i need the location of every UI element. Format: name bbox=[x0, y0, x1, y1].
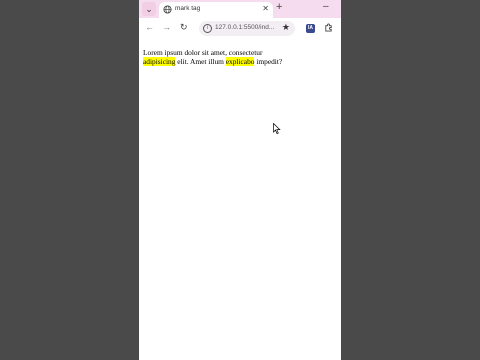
star-icon[interactable]: ★ bbox=[282, 22, 290, 33]
highlighted-text: explicabo bbox=[225, 57, 255, 66]
page-viewport: Lorem ipsum dolor sit amet, consectetur … bbox=[139, 40, 341, 360]
paragraph-text: Lorem ipsum dolor sit amet, consectetur bbox=[143, 48, 263, 57]
paragraph-text: elit. Amet illum bbox=[175, 57, 226, 66]
arrow-left-icon[interactable]: ← bbox=[145, 22, 154, 32]
browser-toolbar: ← → ↻ i 127.0.0.1:5500/ind... ★ IA bbox=[139, 18, 341, 40]
tab-list-button[interactable]: ⌄ bbox=[142, 2, 156, 16]
tab-strip: ⌄ mark tag ✕ + – bbox=[139, 0, 341, 18]
mouse-cursor-icon bbox=[273, 123, 281, 134]
address-bar[interactable]: i 127.0.0.1:5500/ind... ★ bbox=[199, 21, 295, 36]
minimize-icon[interactable]: – bbox=[323, 1, 329, 12]
globe-icon bbox=[163, 5, 172, 14]
info-icon[interactable]: i bbox=[203, 24, 212, 33]
url-text[interactable]: 127.0.0.1:5500/ind... bbox=[215, 24, 274, 31]
arrow-right-icon[interactable]: → bbox=[162, 22, 171, 32]
close-icon[interactable]: ✕ bbox=[262, 4, 269, 13]
tab-mark-tag[interactable]: mark tag ✕ bbox=[159, 2, 273, 18]
puzzle-icon[interactable] bbox=[324, 23, 333, 32]
plus-icon[interactable]: + bbox=[276, 1, 282, 13]
paragraph: Lorem ipsum dolor sit amet, consectetur … bbox=[143, 48, 337, 66]
reload-icon[interactable]: ↻ bbox=[180, 22, 188, 33]
chevron-down-icon: ⌄ bbox=[145, 3, 153, 14]
tab-title: mark tag bbox=[175, 5, 201, 12]
highlighted-text: adipisicing bbox=[143, 57, 176, 66]
browser-window: ⌄ mark tag ✕ + – ← → ↻ i 127.0.0.1:5500/… bbox=[139, 0, 341, 360]
extension-icon[interactable]: IA bbox=[306, 24, 315, 33]
paragraph-text: impedit? bbox=[254, 57, 283, 66]
